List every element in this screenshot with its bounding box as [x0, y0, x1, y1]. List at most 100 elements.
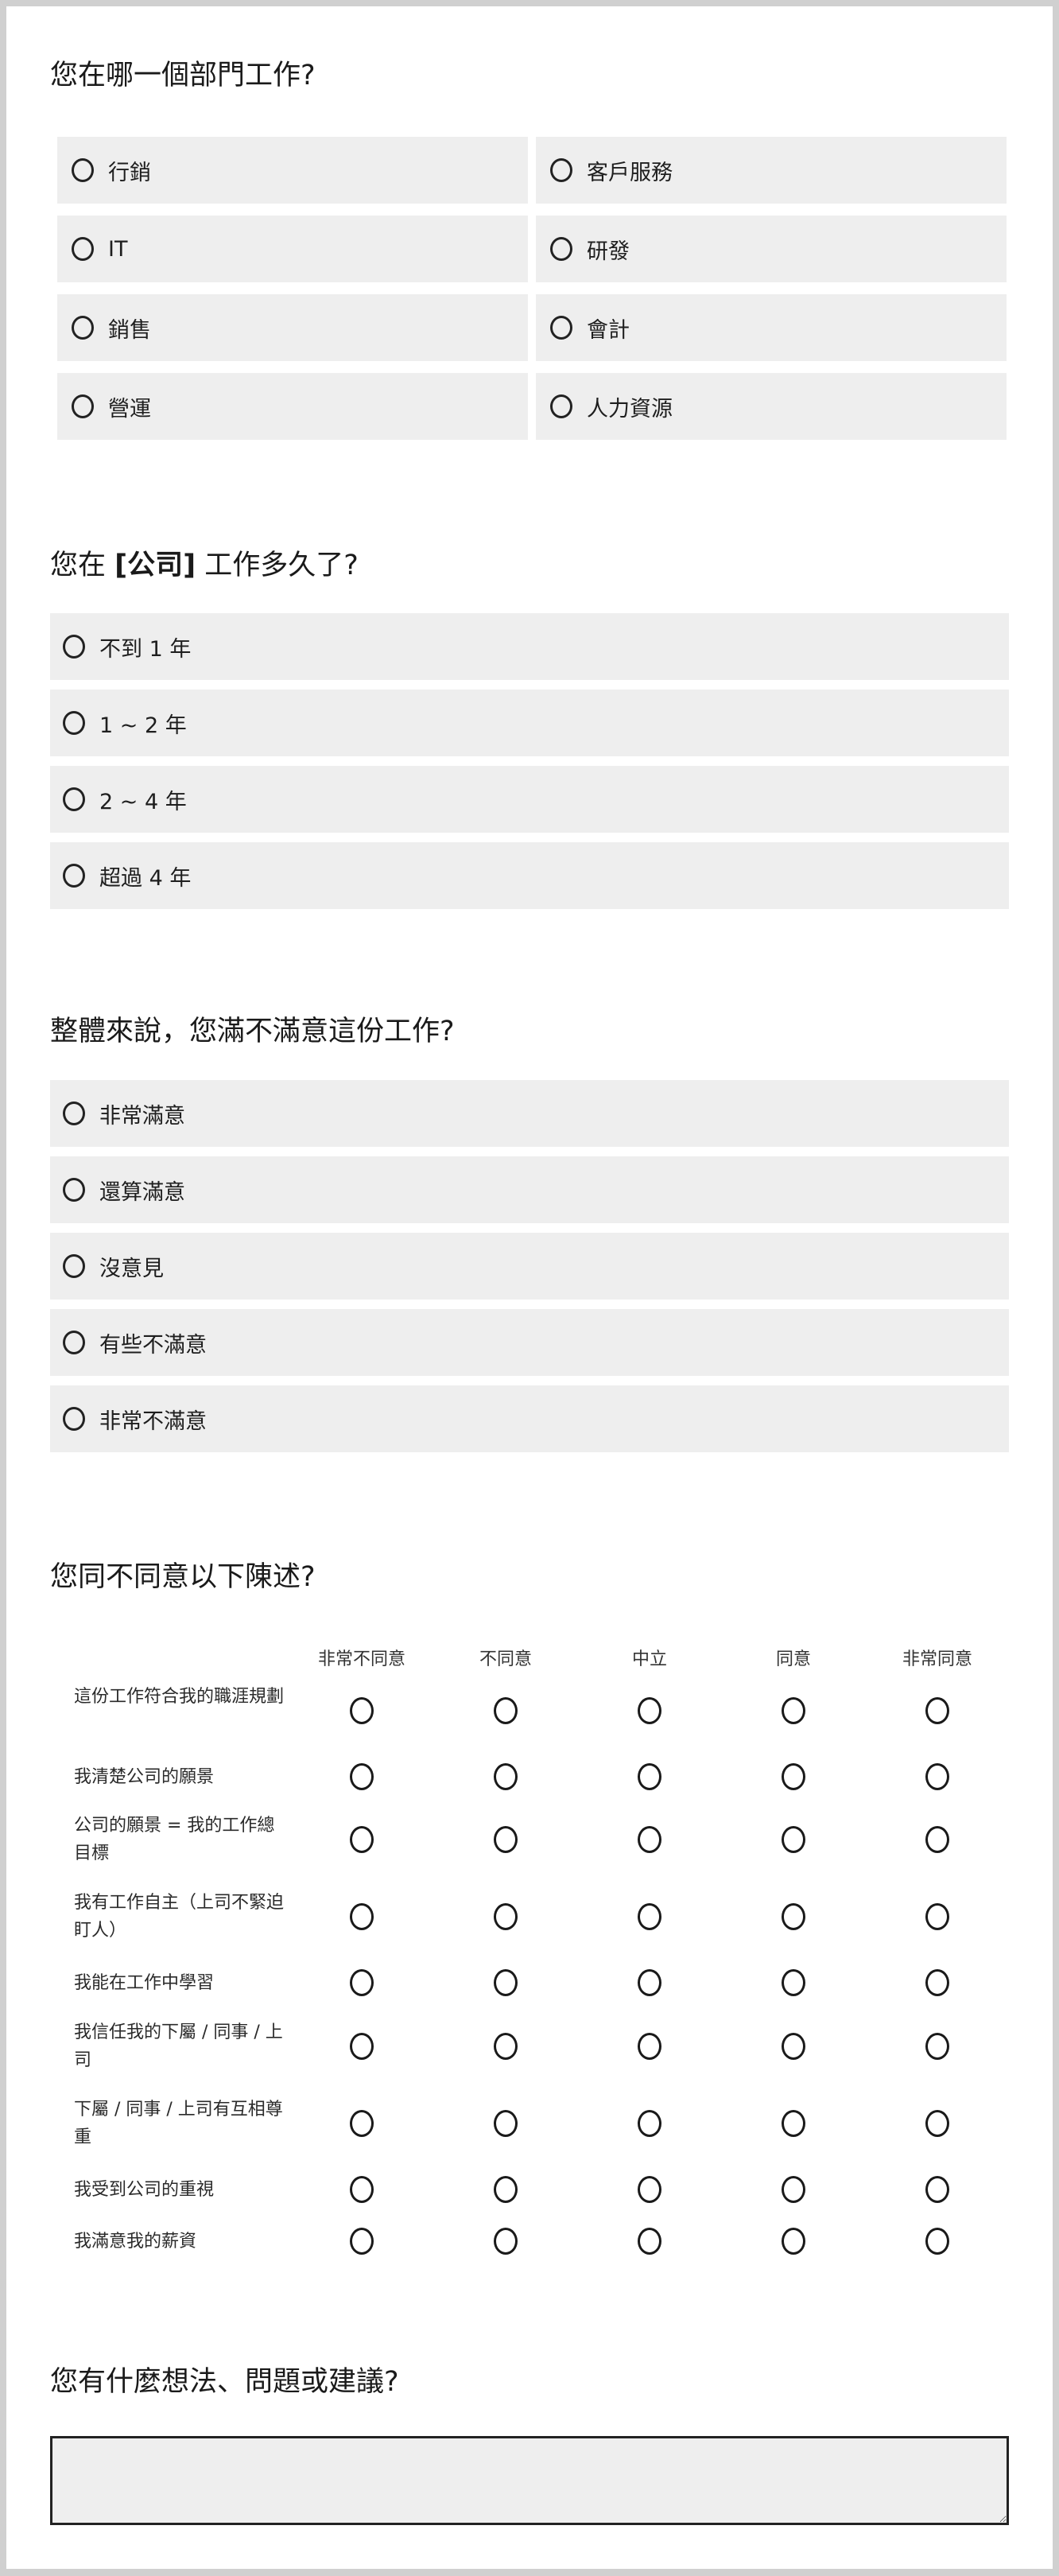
question-tenure-title: 您在 [公司] 工作多久了? [50, 552, 359, 580]
option-rnd[interactable]: 研發 [536, 216, 1007, 282]
matrix-radio-icon[interactable] [494, 1697, 518, 1724]
matrix-radio-icon[interactable] [350, 1826, 374, 1853]
option-very-dissatisfied[interactable]: 非常不滿意 [50, 1385, 1009, 1452]
option-customer-service[interactable]: 客戶服務 [536, 137, 1007, 204]
option-label: 還算滿意 [99, 1179, 185, 1205]
matrix-radio-icon[interactable] [925, 1826, 949, 1853]
option-very-satisfied[interactable]: 非常滿意 [50, 1080, 1009, 1147]
option-sales[interactable]: 銷售 [57, 294, 528, 361]
radio-icon[interactable] [550, 158, 572, 182]
option-tenure-over-4[interactable]: 超過 4 年 [50, 842, 1009, 909]
radio-icon[interactable] [63, 787, 85, 811]
matrix-row-label: 公司的願景 = 我的工作總目標 [74, 1816, 275, 1863]
radio-icon[interactable] [63, 1407, 85, 1431]
radio-icon[interactable] [550, 316, 572, 340]
matrix-radio-icon[interactable] [350, 1903, 374, 1930]
matrix-radio-icon[interactable] [638, 1903, 661, 1930]
matrix-radio-icon[interactable] [925, 1763, 949, 1790]
matrix-radio-icon[interactable] [638, 2033, 661, 2060]
option-label: 非常滿意 [99, 1103, 185, 1129]
option-operations[interactable]: 營運 [57, 373, 528, 440]
matrix-radio-icon[interactable] [494, 1903, 518, 1930]
matrix-radio-icon[interactable] [638, 1969, 661, 1996]
matrix-column-header: 非常同意 [902, 1649, 973, 1669]
option-marketing[interactable]: 行銷 [57, 137, 528, 204]
matrix-radio-icon[interactable] [925, 2033, 949, 2060]
matrix-radio-icon[interactable] [925, 2228, 949, 2255]
radio-icon[interactable] [63, 711, 85, 735]
matrix-radio-icon[interactable] [925, 1697, 949, 1724]
radio-icon[interactable] [550, 394, 572, 418]
matrix-radio-icon[interactable] [782, 2228, 805, 2255]
radio-icon[interactable] [63, 1178, 85, 1202]
radio-icon[interactable] [550, 237, 572, 261]
matrix-radio-icon[interactable] [350, 1697, 374, 1724]
matrix-radio-icon[interactable] [638, 1826, 661, 1853]
option-label: 2 ~ 4 年 [99, 789, 187, 814]
option-label: 銷售 [108, 317, 151, 343]
radio-icon[interactable] [72, 394, 94, 418]
matrix-radio-icon[interactable] [494, 1969, 518, 1996]
question-agreement-title: 您同不同意以下陳述? [50, 1561, 316, 1593]
matrix-radio-icon[interactable] [925, 2176, 949, 2203]
option-it[interactable]: IT [57, 216, 528, 282]
matrix-radio-icon[interactable] [782, 1969, 805, 1996]
matrix-radio-icon[interactable] [350, 2176, 374, 2203]
option-no-opinion[interactable]: 沒意見 [50, 1233, 1009, 1300]
matrix-radio-icon[interactable] [925, 1969, 949, 1996]
matrix-radio-icon[interactable] [638, 2110, 661, 2137]
matrix-radio-icon[interactable] [782, 2033, 805, 2060]
matrix-radio-icon[interactable] [638, 2176, 661, 2203]
matrix-radio-icon[interactable] [350, 2033, 374, 2060]
matrix-radio-icon[interactable] [782, 2176, 805, 2203]
matrix-radio-icon[interactable] [494, 2110, 518, 2137]
title-prefix: 您在 [50, 550, 115, 581]
option-accounting[interactable]: 會計 [536, 294, 1007, 361]
option-label: IT [108, 236, 128, 262]
option-tenure-under-1[interactable]: 不到 1 年 [50, 613, 1009, 680]
matrix-radio-icon[interactable] [350, 2110, 374, 2137]
matrix-radio-icon[interactable] [350, 1969, 374, 1996]
matrix-radio-icon[interactable] [638, 1697, 661, 1724]
matrix-radio-icon[interactable] [494, 1763, 518, 1790]
matrix-row-label: 下屬 / 同事 / 上司有互相尊重 [74, 2100, 283, 2147]
matrix-row-label: 我滿意我的薪資 [74, 2232, 197, 2252]
matrix-radio-icon[interactable] [494, 2033, 518, 2060]
option-label: 行銷 [108, 160, 151, 185]
comments-textarea[interactable] [50, 2436, 1009, 2525]
matrix-column-header: 非常不同意 [317, 1649, 406, 1669]
matrix-radio-icon[interactable] [782, 2110, 805, 2137]
matrix-radio-icon[interactable] [925, 1903, 949, 1930]
matrix-radio-icon[interactable] [782, 1763, 805, 1790]
option-tenure-2-4[interactable]: 2 ~ 4 年 [50, 766, 1009, 833]
option-label: 有些不滿意 [99, 1332, 207, 1358]
option-label: 不到 1 年 [99, 636, 192, 662]
option-hr[interactable]: 人力資源 [536, 373, 1007, 440]
matrix-radio-icon[interactable] [494, 2228, 518, 2255]
matrix-radio-icon[interactable] [782, 1903, 805, 1930]
option-tenure-1-2[interactable]: 1 ~ 2 年 [50, 690, 1009, 756]
matrix-radio-icon[interactable] [638, 1763, 661, 1790]
option-label: 沒意見 [99, 1256, 164, 1281]
option-label: 研發 [587, 239, 630, 264]
radio-icon[interactable] [72, 316, 94, 340]
matrix-radio-icon[interactable] [350, 2228, 374, 2255]
radio-icon[interactable] [63, 864, 85, 888]
option-somewhat-dissatisfied[interactable]: 有些不滿意 [50, 1309, 1009, 1376]
matrix-radio-icon[interactable] [494, 1826, 518, 1853]
matrix-radio-icon[interactable] [638, 2228, 661, 2255]
matrix-radio-icon[interactable] [350, 1763, 374, 1790]
matrix-radio-icon[interactable] [782, 1697, 805, 1724]
matrix-radio-icon[interactable] [925, 2110, 949, 2137]
radio-icon[interactable] [72, 237, 94, 261]
radio-icon[interactable] [63, 635, 85, 659]
question-comments-title: 您有什麼想法、問題或建議? [50, 2366, 399, 2398]
radio-icon[interactable] [63, 1331, 85, 1354]
option-somewhat-satisfied[interactable]: 還算滿意 [50, 1156, 1009, 1223]
survey-page: 您在哪一個部門工作? 行銷 客戶服務 IT 研發 銷售 會計 營運 人力資源 您… [6, 6, 1053, 2569]
matrix-radio-icon[interactable] [782, 1826, 805, 1853]
radio-icon[interactable] [63, 1102, 85, 1125]
radio-icon[interactable] [63, 1254, 85, 1278]
radio-icon[interactable] [72, 158, 94, 182]
matrix-radio-icon[interactable] [494, 2176, 518, 2203]
